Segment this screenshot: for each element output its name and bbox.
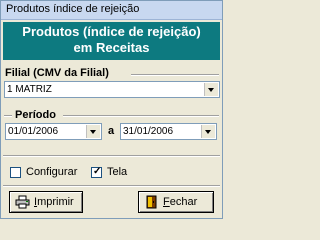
title-bar: Produtos índice de rejeição bbox=[1, 1, 222, 20]
filial-select[interactable]: 1 MATRIZ bbox=[4, 81, 220, 98]
checkmark-icon: ✓ bbox=[93, 166, 102, 177]
banner-title-line2: em Receitas bbox=[73, 40, 150, 55]
filial-group-line bbox=[131, 74, 219, 76]
periodo-group-line-right bbox=[63, 115, 219, 117]
tela-label: Tela bbox=[107, 166, 128, 178]
start-date-value: 01/01/2006 bbox=[8, 126, 59, 137]
dialog-window: Produtos índice de rejeição Produtos (ín… bbox=[0, 0, 223, 219]
options-divider bbox=[3, 155, 220, 157]
end-date-value: 31/01/2006 bbox=[123, 126, 174, 137]
window-title: Produtos índice de rejeição bbox=[6, 3, 140, 15]
exit-door-icon bbox=[146, 195, 157, 209]
chevron-down-icon[interactable] bbox=[204, 83, 218, 96]
configurar-checkbox[interactable] bbox=[10, 167, 21, 178]
imprimir-button-label: Imprimir bbox=[34, 196, 74, 208]
chevron-down-icon[interactable] bbox=[86, 125, 100, 138]
configurar-label: Configurar bbox=[26, 166, 78, 178]
imprimir-button[interactable]: Imprimir bbox=[9, 191, 83, 213]
periodo-label: Período bbox=[15, 109, 56, 121]
report-banner: Produtos (índice de rejeição) em Receita… bbox=[3, 22, 220, 60]
start-date-picker[interactable]: 01/01/2006 bbox=[5, 123, 102, 140]
printer-icon bbox=[15, 195, 30, 209]
periodo-group-line-left bbox=[4, 115, 12, 117]
end-date-picker[interactable]: 31/01/2006 bbox=[120, 123, 217, 140]
tela-checkbox[interactable]: ✓ bbox=[91, 166, 102, 178]
filial-label: Filial (CMV da Filial) bbox=[5, 67, 109, 79]
fechar-button[interactable]: Fechar bbox=[138, 191, 214, 213]
buttons-divider bbox=[3, 185, 220, 187]
chevron-down-icon[interactable] bbox=[201, 125, 215, 138]
periodo-separator: a bbox=[108, 125, 115, 137]
banner-title-line1: Produtos (índice de rejeição) bbox=[22, 24, 201, 39]
filial-select-value: 1 MATRIZ bbox=[7, 84, 52, 95]
fechar-button-label: Fechar bbox=[163, 196, 198, 208]
